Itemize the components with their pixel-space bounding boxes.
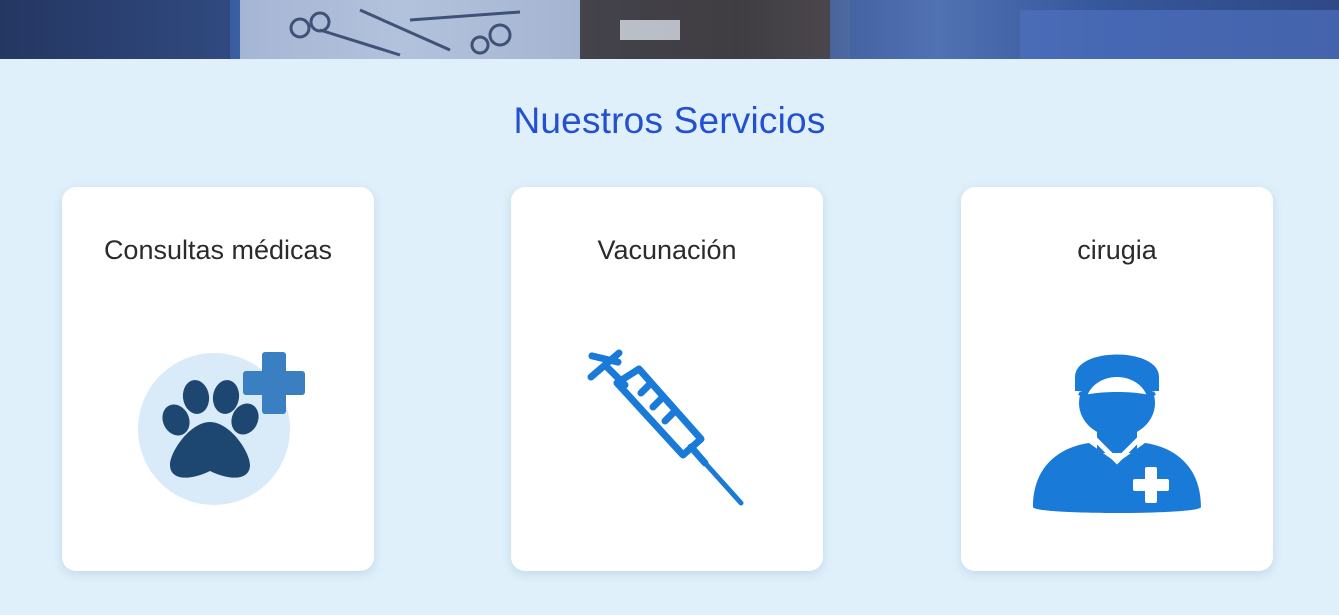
card-title: Consultas médicas xyxy=(103,235,333,265)
hero-banner-image xyxy=(0,0,1339,59)
section-title: Nuestros Servicios xyxy=(513,100,826,141)
surgical-instruments-photo xyxy=(0,0,1339,59)
paw-medical-icon xyxy=(132,347,312,512)
service-card-vacunacion[interactable]: Vacunación xyxy=(511,187,823,571)
service-card-consultas[interactable]: Consultas médicas xyxy=(62,187,374,571)
card-title: Vacunación xyxy=(597,235,737,265)
card-title: cirugia xyxy=(1077,235,1157,265)
service-card-cirugia[interactable]: cirugia xyxy=(961,187,1273,571)
syringe-icon xyxy=(583,347,753,522)
surgeon-icon xyxy=(1031,335,1203,530)
